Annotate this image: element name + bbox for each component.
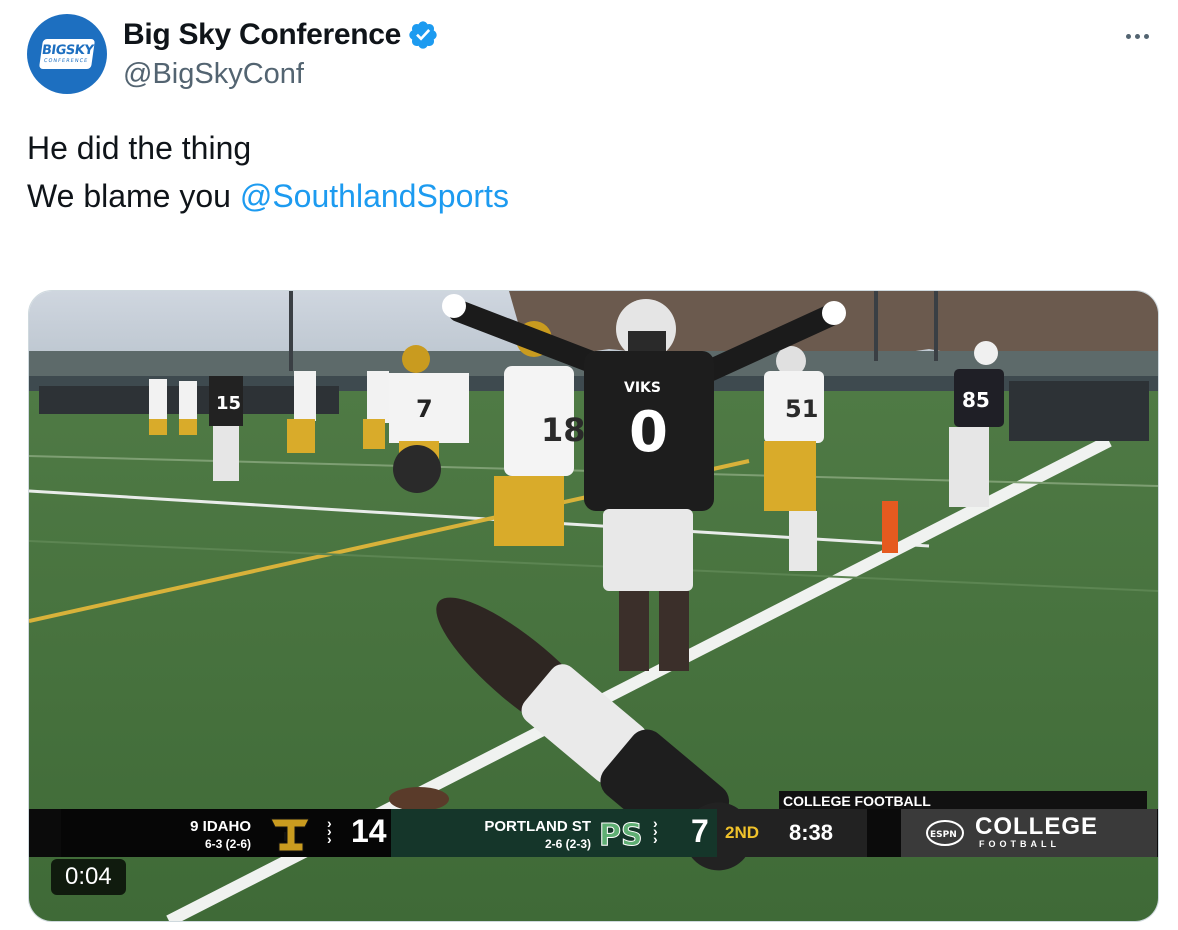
big-sky-logo: BIGSKY CONFERENCE	[38, 39, 96, 69]
avatar-logo-subtext: CONFERENCE	[43, 58, 89, 64]
period: 2ND	[725, 823, 760, 842]
gold-player-number-7: 7	[416, 395, 433, 423]
idaho-logo: I	[270, 818, 310, 852]
gold-player-number-51: 51	[785, 395, 818, 423]
tweet-text: He did the thing We blame you @Southland…	[27, 124, 509, 220]
network-label: COLLEGE FOOTBALL	[779, 791, 1147, 811]
video-timestamp: 0:04	[51, 859, 126, 895]
home-team-panel: PORTLAND ST 2-6 (2-3) PS › › › 7	[391, 809, 717, 857]
far-player-number-85: 85	[962, 388, 990, 412]
tweet-line-1: He did the thing	[27, 130, 252, 166]
home-team-score: 7	[691, 813, 709, 849]
espn-logo-text: ESPN	[930, 830, 957, 840]
center-player-number: 0	[629, 400, 668, 465]
brand-title: COLLEGE	[975, 813, 1099, 840]
brand-subtitle: FOOTBALL	[979, 839, 1060, 849]
handle[interactable]: @BigSkyConf	[123, 58, 304, 91]
portland-state-logo: PS	[599, 818, 642, 854]
video-player[interactable]: 15 7 18 51 85 VIKS 0 COLLEGE FOOTBALL 9 …	[28, 290, 1159, 922]
center-player-chest-text: VIKS	[624, 380, 661, 396]
espn-logo: ESPN	[926, 820, 964, 846]
tweet-line-2-text: We blame you	[27, 178, 240, 214]
away-team-panel: 9 IDAHO 6-3 (2-6) I › › › 14	[61, 809, 391, 857]
avatar[interactable]: BIGSKY CONFERENCE	[27, 14, 107, 94]
away-timeouts-icon: › › ›	[327, 815, 332, 847]
away-team-score: 14	[351, 813, 387, 849]
far-player-number-15: 15	[216, 393, 241, 414]
idaho-logo-text: I	[283, 830, 287, 844]
more-options-icon[interactable]	[1117, 16, 1157, 56]
broadcast-brand: ESPN COLLEGE FOOTBALL	[901, 809, 1157, 857]
verified-badge-icon[interactable]	[407, 19, 439, 51]
gold-player-number-18: 18	[541, 411, 586, 449]
away-team-record: 6-3 (2-6)	[204, 837, 251, 851]
game-clock-panel: 2ND 8:38	[717, 809, 867, 857]
home-team-name: PORTLAND ST	[484, 818, 591, 835]
game-clock: 8:38	[789, 820, 834, 845]
name-row: Big Sky Conference	[123, 18, 439, 52]
home-team-record: 2-6 (2-3)	[544, 837, 591, 851]
avatar-logo-text: BIGSKY	[40, 43, 95, 58]
away-team-name: 9 IDAHO	[190, 818, 251, 835]
display-name[interactable]: Big Sky Conference	[123, 18, 401, 52]
home-timeouts-icon: › › ›	[653, 815, 658, 847]
tweet-header: BIGSKY CONFERENCE Big Sky Conference @Bi…	[27, 14, 1157, 94]
tweet-line-2: We blame you @SouthlandSports	[27, 172, 509, 220]
portland-state-logo-text: PS	[599, 818, 641, 853]
mention-link[interactable]: @SouthlandSports	[240, 178, 509, 214]
